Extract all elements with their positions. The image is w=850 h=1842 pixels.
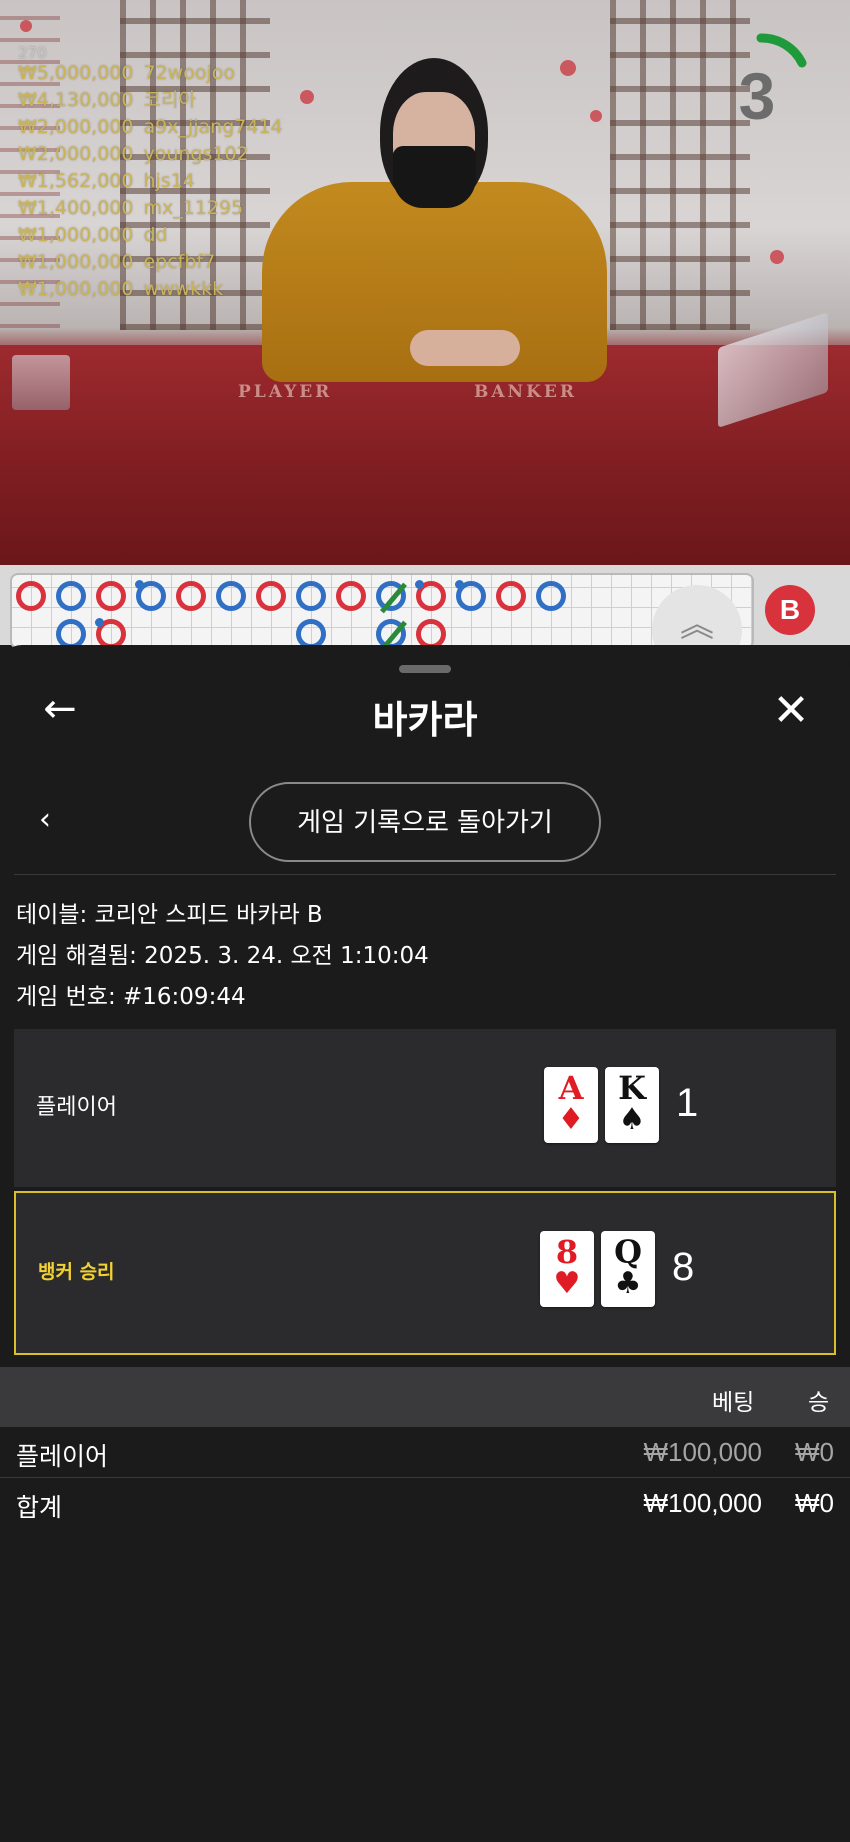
banker-result-panel: 뱅커 승리 8 ♥ Q ♣ 8 [14, 1191, 836, 1355]
banker-card-1: 8 ♥ [540, 1231, 594, 1307]
live-video-stream: PLAYER BANKER 270 ₩5,000,000 72woojoo ₩4,… [0, 0, 850, 565]
bet-entry: ₩1,000,000 dd [18, 224, 168, 246]
total-bet-amount: ₩100,000 [643, 1488, 762, 1518]
total-win-amount: ₩0 [795, 1488, 834, 1518]
bets-list-partial-header: 270 [18, 44, 47, 62]
road-marker-player [296, 581, 326, 611]
row-bet-name: 플레이어 [16, 1442, 109, 1471]
sheet-drag-handle[interactable] [399, 665, 451, 673]
road-marker-player-tie [376, 581, 407, 614]
banker-score: 8 [672, 1245, 695, 1289]
sheet-title: 바카라 [372, 698, 478, 742]
table-label-player: PLAYER [238, 382, 333, 402]
banker-win-label: 뱅커 승리 [38, 1261, 115, 1283]
back-to-history-button[interactable]: 게임 기록으로 돌아가기 [249, 782, 601, 862]
header-bet: 베팅 [712, 1390, 755, 1416]
table-row-total: 합계 ₩100,000 ₩0 [0, 1477, 850, 1528]
blossom-decoration [300, 90, 314, 104]
road-marker-player [56, 581, 86, 611]
road-badge-banker: B [765, 585, 815, 635]
player-score: 1 [676, 1081, 699, 1125]
chip-stack [12, 355, 70, 410]
road-marker-banker [176, 581, 206, 611]
live-bets-list: 270 ₩5,000,000 72woojoo ₩4,130,000 코리아 ₩2,… [18, 40, 283, 303]
blossom-decoration [590, 110, 602, 122]
bead-road[interactable] [10, 573, 754, 649]
road-marker-banker [256, 581, 286, 611]
road-marker-banker [96, 581, 126, 611]
close-icon[interactable]: ✕ [766, 687, 816, 737]
blossom-decoration [20, 20, 32, 32]
bet-entry: ₩2,000,000 youngs102 [18, 143, 249, 165]
bet-entry: ₩2,000,000 a9x_jjang7414 [18, 116, 283, 138]
game-history-sheet: ← 바카라 ✕ ‹ 게임 기록으로 돌아가기 테이블: 코리안 스피드 바카라 … [0, 645, 850, 1842]
bet-entry: ₩5,000,000 72woojoo [18, 62, 235, 84]
row-win-amount: ₩0 [795, 1437, 834, 1467]
table-row: 플레이어 ₩100,000 ₩0 [0, 1427, 850, 1477]
dealer-mask [393, 146, 476, 208]
road-marker-banker [16, 581, 46, 611]
row-bet-amount: ₩100,000 [643, 1437, 762, 1467]
road-marker-player [536, 581, 566, 611]
road-marker-player [216, 581, 246, 611]
road-marker-banker [496, 581, 526, 611]
bet-entry: ₩1,562,000 hjs14 [18, 170, 195, 192]
player-card-2: K ♠ [605, 1067, 659, 1143]
road-marker-banker [336, 581, 366, 611]
bet-entry: ₩1,400,000 mx_11295 [18, 197, 244, 219]
road-marker-player [455, 580, 486, 611]
countdown-timer: 3 [738, 59, 776, 133]
info-game-number: 게임 번호: #16:09:44 [16, 984, 246, 1010]
blossom-decoration [560, 60, 576, 76]
player-card-1: A ♦ [544, 1067, 598, 1143]
total-label: 합계 [16, 1493, 63, 1522]
bet-table-header: 베팅 승 [0, 1367, 850, 1427]
blossom-decoration [770, 250, 784, 264]
bet-entry: ₩4,130,000 코리아 [18, 89, 196, 111]
dealer-hands [410, 330, 520, 366]
table-label-banker: BANKER [474, 382, 577, 402]
player-label: 플레이어 [36, 1095, 117, 1120]
road-marker-banker [415, 580, 446, 611]
info-resolved-time: 게임 해결됨: 2025. 3. 24. 오전 1:10:04 [16, 943, 429, 969]
banker-card-2: Q ♣ [601, 1231, 655, 1307]
bet-entry: ₩1,000,000 epcfbf7 [18, 251, 216, 273]
header-win: 승 [808, 1390, 830, 1416]
chevron-left-icon[interactable]: ‹ [28, 803, 62, 837]
bet-entry: ₩1,000,000 wwwkkk [18, 278, 224, 300]
divider [14, 874, 836, 875]
player-result-panel: 플레이어 A ♦ K ♠ 1 [14, 1029, 836, 1187]
road-marker-player [135, 580, 166, 611]
info-table-name: 테이블: 코리안 스피드 바카라 B [16, 902, 323, 928]
